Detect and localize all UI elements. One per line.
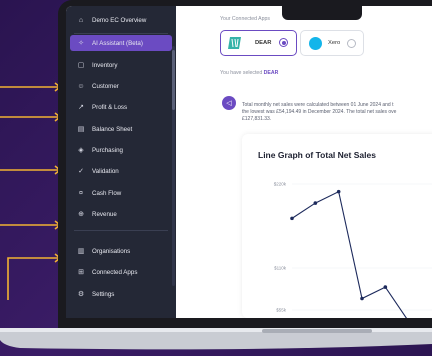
line-chart: $220k $110k $55k <box>274 182 432 318</box>
sparkle-icon: ✧ <box>78 40 84 47</box>
laptop-base <box>0 328 432 350</box>
sidebar-item-organisations[interactable]: ▥ Organisations <box>70 243 172 259</box>
sidebar-item-ai-assistant[interactable]: ✧ AI Assistant (Beta) <box>70 35 172 51</box>
sidebar-item-profit-loss[interactable]: ↗ Profit & Loss <box>70 99 172 115</box>
data-point[interactable] <box>313 201 318 205</box>
sidebar: ⌂ Demo EC Overview ✧ AI Assistant (Beta)… <box>66 6 176 318</box>
sidebar-item-inventory[interactable]: ▢ Inventory <box>70 57 172 73</box>
tag-icon: ◈ <box>78 147 84 154</box>
y-tick-label: $55k <box>276 308 287 313</box>
connected-apps-label: Your Connected Apps <box>220 16 270 22</box>
data-point[interactable] <box>290 216 294 221</box>
sidebar-scrollbar-thumb[interactable] <box>172 50 175 110</box>
chart-card: Line Graph of Total Net Sales $220k $110k… <box>242 134 432 318</box>
xero-logo-icon <box>309 36 322 50</box>
building-icon: ▥ <box>77 248 85 255</box>
sidebar-item-overview[interactable]: ⌂ Demo EC Overview <box>70 12 172 28</box>
cash-icon: ¤ <box>79 189 83 197</box>
sidebar-item-purchasing[interactable]: ◈ Purchasing <box>70 142 172 158</box>
box-icon: ▢ <box>77 62 85 69</box>
main-content: Your Connected Apps DEAR Xero You have s… <box>176 6 432 318</box>
sidebar-item-revenue[interactable]: ⊕ Revenue <box>70 206 172 222</box>
sidebar-item-balance-sheet[interactable]: ▤ Balance Sheet <box>70 121 172 137</box>
radio-unselected-icon[interactable] <box>347 39 356 48</box>
trend-icon: ↗ <box>78 104 84 111</box>
app-option-dear[interactable]: DEAR <box>220 30 297 56</box>
sidebar-item-validation[interactable]: ✓ Validation <box>70 163 172 179</box>
sidebar-divider <box>74 230 168 231</box>
app-screen: ⌂ Demo EC Overview ✧ AI Assistant (Beta)… <box>66 6 432 318</box>
radio-selected-icon[interactable] <box>279 38 288 47</box>
y-tick-label: $110k <box>274 266 287 271</box>
y-tick-label: $220k <box>274 182 287 187</box>
gear-icon: ⚙ <box>77 291 85 298</box>
grid-icon: ⊞ <box>78 269 84 276</box>
data-point[interactable] <box>336 189 341 194</box>
app-name: Xero <box>328 40 341 46</box>
app-option-xero[interactable]: Xero <box>300 30 364 56</box>
home-icon: ⌂ <box>78 16 84 24</box>
dear-logo-icon <box>228 37 241 49</box>
data-point[interactable] <box>360 296 364 301</box>
selection-text: You have selected DEAR <box>220 70 279 76</box>
data-point[interactable] <box>383 285 388 289</box>
app-name: DEAR <box>255 40 272 46</box>
document-icon: ▤ <box>77 126 85 133</box>
camera-notch <box>282 6 362 20</box>
sidebar-item-settings[interactable]: ⚙ Settings <box>70 286 172 302</box>
revenue-icon: ⊕ <box>78 211 84 218</box>
sidebar-item-customer[interactable]: ☺ Customer <box>70 78 172 94</box>
assistant-avatar-icon: ◁ <box>222 96 236 110</box>
sidebar-item-connected-apps[interactable]: ⊞ Connected Apps <box>70 264 172 280</box>
check-shield-icon: ✓ <box>78 168 84 175</box>
sidebar-item-cash-flow[interactable]: ¤ Cash Flow <box>70 185 172 201</box>
users-icon: ☺ <box>77 82 85 90</box>
assistant-message: Total monthly net sales were calculated … <box>242 102 397 122</box>
sidebar-divider <box>74 33 168 34</box>
